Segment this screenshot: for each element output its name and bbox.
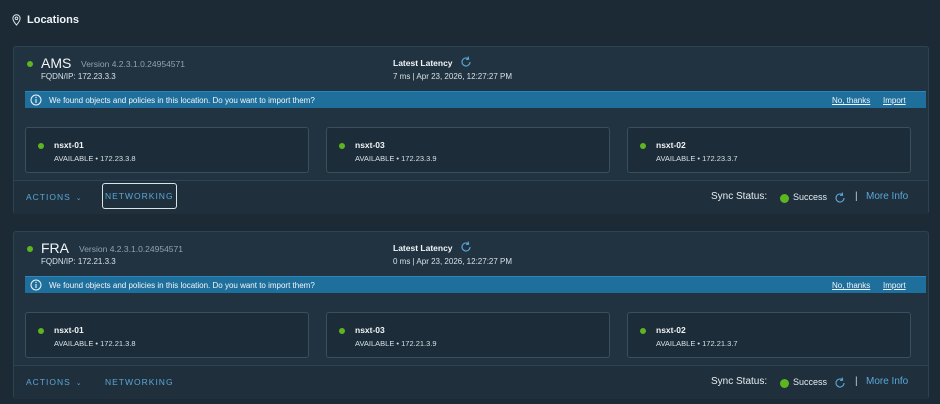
node-name: nsxt-03 [355,140,385,150]
location-version: Version 4.2.3.1.0.24954571 [79,244,183,254]
import-banner: We found objects and policies in this lo… [25,276,926,293]
latency-title: Latest Latency [393,58,453,68]
actions-dropdown[interactable]: ACTIONS ⌄ [26,192,83,202]
status-dot-icon [27,246,33,252]
sync-status-label: Sync Status: [711,191,768,202]
actions-label: ACTIONS [26,377,71,387]
import-link[interactable]: Import [883,96,906,105]
location-card-ams: AMS Version 4.2.3.1.0.24954571 FQDN/IP: … [13,46,929,214]
import-link[interactable]: Import [883,281,906,290]
node-name: nsxt-01 [54,325,84,335]
refresh-icon[interactable] [834,377,846,389]
sync-status-value: Success [793,377,828,387]
node-name: nsxt-02 [656,140,686,150]
status-dot-icon [38,143,44,149]
status-dot-icon [38,328,44,334]
node-tile[interactable]: nsxt-01 AVAILABLE • 172.23.3.8 [25,127,309,173]
card-footer: ACTIONS ⌄ NETWORKING Sync Status: Success… [14,365,928,399]
location-pin-icon [12,14,21,26]
separator: | [855,376,858,387]
caret-down-icon: ⌄ [75,380,83,387]
node-status: AVAILABLE • 172.23.3.9 [355,154,437,163]
status-dot-icon [339,143,345,149]
sync-status-value: Success [793,192,828,202]
latency-title: Latest Latency [393,243,453,253]
refresh-icon[interactable] [460,56,472,68]
info-icon [30,94,42,106]
page-title: Locations [27,14,79,26]
status-dot-icon [640,328,646,334]
node-tile[interactable]: nsxt-01 AVAILABLE • 172.21.3.8 [25,312,309,358]
success-dot-icon [780,379,789,388]
networking-button[interactable]: NETWORKING [102,183,177,209]
node-status: AVAILABLE • 172.21.3.8 [54,339,136,348]
node-name: nsxt-02 [656,325,686,335]
actions-label: ACTIONS [26,192,71,202]
success-dot-icon [780,194,789,203]
banner-message: We found objects and policies in this lo… [49,281,315,290]
info-icon [30,279,42,291]
node-tile[interactable]: nsxt-02 AVAILABLE • 172.21.3.7 [627,312,911,358]
refresh-icon[interactable] [460,241,472,253]
refresh-icon[interactable] [834,192,846,204]
caret-down-icon: ⌄ [75,195,83,202]
page-header: Locations [12,12,79,28]
status-dot-icon [640,143,646,149]
status-dot-icon [339,328,345,334]
banner-message: We found objects and policies in this lo… [49,96,315,105]
node-name: nsxt-03 [355,325,385,335]
more-info-link[interactable]: More Info [866,191,908,202]
node-status: AVAILABLE • 172.23.3.8 [54,154,136,163]
latency-value: 0 ms | Apr 23, 2026, 12:27:27 PM [393,257,513,266]
location-fqdn: FQDN/IP: 172.23.3.3 [41,72,116,81]
location-name: AMS [41,55,72,71]
node-tile[interactable]: nsxt-03 AVAILABLE • 172.21.3.9 [326,312,610,358]
no-thanks-link[interactable]: No, thanks [832,281,870,290]
location-fqdn: FQDN/IP: 172.21.3.3 [41,257,116,266]
node-name: nsxt-01 [54,140,84,150]
status-dot-icon [27,61,33,67]
card-footer: ACTIONS ⌄ NETWORKING Sync Status: Success… [14,180,928,214]
networking-button[interactable]: NETWORKING [105,377,174,387]
location-name: FRA [41,240,69,256]
node-status: AVAILABLE • 172.23.3.7 [656,154,738,163]
no-thanks-link[interactable]: No, thanks [832,96,870,105]
node-tile[interactable]: nsxt-02 AVAILABLE • 172.23.3.7 [627,127,911,173]
import-banner: We found objects and policies in this lo… [25,91,926,108]
node-tile[interactable]: nsxt-03 AVAILABLE • 172.23.3.9 [326,127,610,173]
actions-dropdown[interactable]: ACTIONS ⌄ [26,377,83,387]
node-status: AVAILABLE • 172.21.3.7 [656,339,738,348]
latency-value: 7 ms | Apr 23, 2026, 12:27:27 PM [393,72,513,81]
location-card-fra: FRA Version 4.2.3.1.0.24954571 FQDN/IP: … [13,231,929,399]
location-version: Version 4.2.3.1.0.24954571 [81,59,185,69]
separator: | [855,191,858,202]
more-info-link[interactable]: More Info [866,376,908,387]
sync-status-label: Sync Status: [711,376,768,387]
node-status: AVAILABLE • 172.21.3.9 [355,339,437,348]
